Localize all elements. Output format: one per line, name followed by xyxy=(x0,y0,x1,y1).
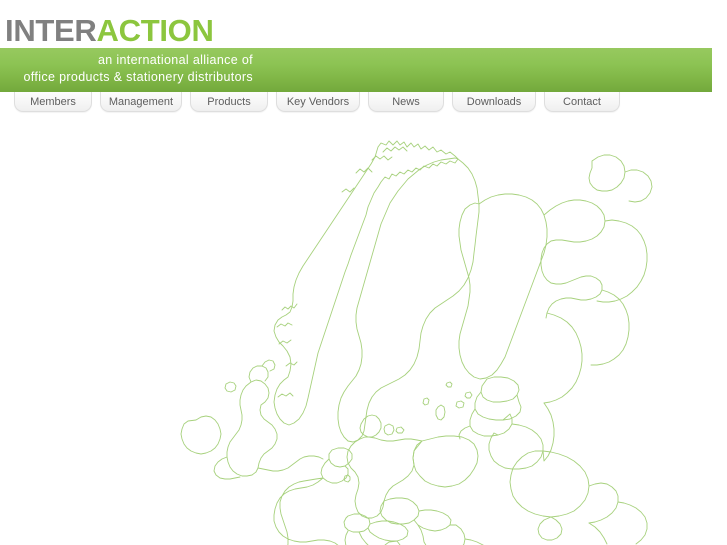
nav-button-label: News xyxy=(392,96,420,108)
coast-outline-scotland-north xyxy=(248,365,269,383)
coast-detail-norway-1 xyxy=(281,303,298,311)
nav-button-label: Contact xyxy=(563,96,601,108)
site-logo[interactable]: INTERACTION xyxy=(5,14,214,48)
country-outline-norway xyxy=(273,140,459,426)
country-outline-ukraine xyxy=(509,450,590,518)
country-outline-great-britain xyxy=(226,379,278,477)
island-outline-hiiumaa xyxy=(464,391,473,399)
coast-outline-caucasus xyxy=(617,501,648,545)
country-outline-russia-east xyxy=(596,219,648,303)
country-outline-finland xyxy=(458,193,548,380)
country-outline-russia-white-sea xyxy=(624,169,653,203)
nav-button-products[interactable]: Products xyxy=(190,92,268,112)
country-outline-denmark-jutland xyxy=(359,414,382,438)
coast-outline-orkney xyxy=(261,359,276,372)
country-outline-poland xyxy=(412,435,479,488)
country-outline-czech-republic xyxy=(379,497,420,525)
island-outline-oland xyxy=(422,397,430,406)
island-outline-aland xyxy=(445,381,453,388)
island-outline-saaremaa xyxy=(455,400,465,409)
peninsula-outline-crimea xyxy=(537,516,563,541)
country-outline-france xyxy=(273,477,339,545)
country-outline-denmark-zealand xyxy=(383,423,395,436)
nav-button-label: Management xyxy=(108,96,174,108)
island-outline-hebrides xyxy=(224,381,237,393)
country-outline-germany xyxy=(346,436,423,519)
nav-button-contact[interactable]: Contact xyxy=(544,92,620,112)
nav-button-news[interactable]: News xyxy=(368,92,444,112)
country-outline-hungary xyxy=(417,524,466,545)
coast-outline-england-south xyxy=(257,455,324,472)
nav-button-key-vendors[interactable]: Key Vendors xyxy=(276,92,360,112)
tagline-line-1: an international alliance of xyxy=(97,53,253,67)
nav-button-downloads[interactable]: Downloads xyxy=(452,92,536,112)
coast-detail-norway-north3 xyxy=(355,167,373,174)
tagline-banner: an international alliance of office prod… xyxy=(0,48,712,92)
coast-detail-norway-2 xyxy=(276,322,293,328)
coast-detail-norway-4 xyxy=(285,361,298,367)
country-outline-switzerland xyxy=(343,513,371,533)
country-outline-russia-south xyxy=(588,482,619,524)
logo-text-inter: INTER xyxy=(5,13,97,48)
country-outline-sweden xyxy=(337,157,480,443)
map-country-outlines xyxy=(180,140,653,545)
page-root: INTERACTION an international alliance of… xyxy=(0,0,727,545)
country-outline-estonia xyxy=(480,376,520,403)
europe-outline-map xyxy=(180,140,653,545)
europe-map-container xyxy=(0,114,727,545)
logo-text-action: ACTION xyxy=(96,13,214,48)
main-navigation: Members Management Products Key Vendors News… xyxy=(0,92,727,114)
nav-button-management[interactable]: Management xyxy=(100,92,182,112)
country-outline-belarus xyxy=(488,423,544,470)
nav-button-label: Downloads xyxy=(466,96,522,108)
country-outline-russia-west-border xyxy=(543,312,583,404)
tagline-line-2: office products & stationery distributor… xyxy=(23,70,253,84)
nav-button-label: Key Vendors xyxy=(286,96,350,108)
nav-button-label: Products xyxy=(207,96,251,108)
country-outline-lithuania xyxy=(469,408,513,437)
country-outline-denmark-funen xyxy=(395,426,405,434)
country-outline-slovenia xyxy=(384,540,401,545)
nav-button-label: Members xyxy=(30,96,76,108)
coast-detail-norway-north xyxy=(382,146,408,153)
tagline-text-block: an international alliance of office prod… xyxy=(0,52,253,86)
coast-detail-norway-north2 xyxy=(371,155,393,161)
country-outline-romania xyxy=(464,538,484,545)
country-outline-ireland xyxy=(180,415,222,455)
country-outline-russia-caspian xyxy=(588,522,608,545)
coast-detail-norway-5 xyxy=(277,392,294,398)
country-outline-latvia xyxy=(474,391,522,421)
nav-button-members[interactable]: Members xyxy=(14,92,92,112)
country-outline-russia-kola xyxy=(588,154,626,192)
coast-outline-wales xyxy=(213,456,241,480)
country-outline-russia-nw xyxy=(540,199,606,319)
island-outline-gotland xyxy=(435,404,446,421)
